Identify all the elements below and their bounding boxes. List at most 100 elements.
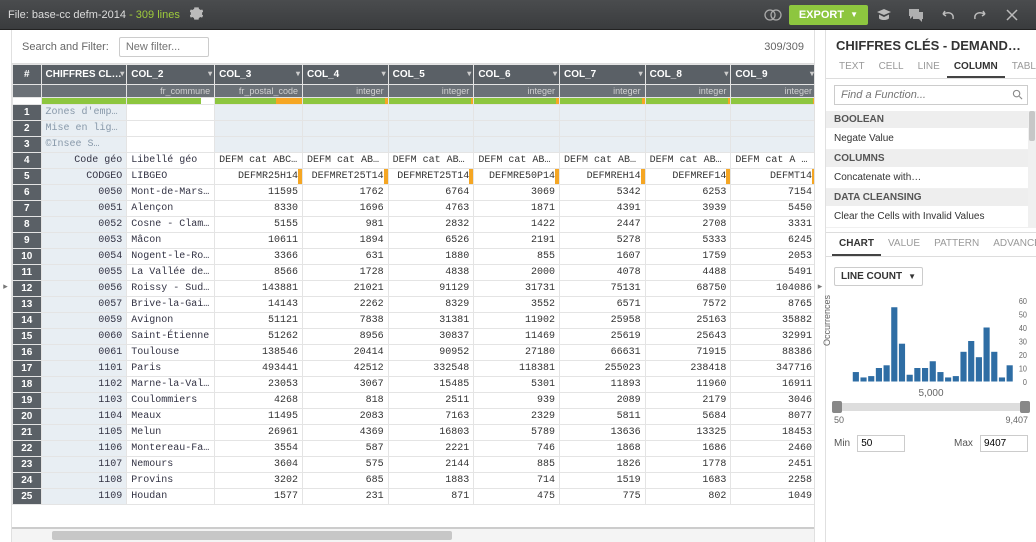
cell[interactable] (474, 137, 560, 153)
table-row[interactable]: 221106Montereau-Faul…3554587222174618681… (13, 441, 815, 457)
cell[interactable] (645, 137, 731, 153)
cell[interactable]: 2179 (645, 393, 731, 409)
cell[interactable]: Meaux (127, 409, 215, 425)
cell[interactable]: 2329 (474, 409, 560, 425)
cell[interactable]: 31381 (388, 313, 474, 329)
column-header[interactable]: COL_6▾ (474, 65, 560, 85)
table-row[interactable]: 130057Brive-la-Gaill…1414322628329355265… (13, 297, 815, 313)
table-row[interactable]: 241108Provins32026851883714151916832258 (13, 473, 815, 489)
graduate-icon[interactable] (870, 3, 898, 27)
cell[interactable]: 1422 (474, 217, 560, 233)
column-header[interactable]: COL_5▾ (388, 65, 474, 85)
column-header[interactable]: CHIFFRES CLÉ…▾ (41, 65, 127, 85)
cell[interactable]: 4763 (388, 201, 474, 217)
cell[interactable]: 3046 (731, 393, 814, 409)
cell[interactable]: 1049 (731, 489, 814, 505)
cell[interactable]: 3366 (215, 249, 303, 265)
cell[interactable]: 23053 (215, 377, 303, 393)
cell[interactable]: 7838 (302, 313, 388, 329)
cell[interactable] (127, 105, 215, 121)
cell[interactable]: Mise en ligne … (41, 121, 127, 137)
cell[interactable]: 0057 (41, 297, 127, 313)
cell[interactable]: DEFM cat ABC h… (559, 153, 645, 169)
column-menu-icon[interactable]: ▾ (208, 69, 212, 78)
cell[interactable]: Zones d'emploi… (41, 105, 127, 121)
column-menu-icon[interactable]: ▾ (382, 69, 386, 78)
cell[interactable]: CODGEO (41, 169, 127, 185)
table-row[interactable]: 4Code géoLibellé géoDEFM cat ABC …DEFM c… (13, 153, 815, 169)
redo-icon[interactable] (966, 3, 994, 27)
cell[interactable]: 7572 (645, 297, 731, 313)
cell[interactable]: 11495 (215, 409, 303, 425)
cell[interactable]: 746 (474, 441, 560, 457)
cell[interactable]: 25619 (559, 329, 645, 345)
venn-icon[interactable] (759, 3, 787, 27)
cell[interactable]: 231 (302, 489, 388, 505)
cell[interactable]: 8330 (215, 201, 303, 217)
tab-value[interactable]: VALUE (881, 233, 927, 256)
cell[interactable]: 1894 (302, 233, 388, 249)
cell[interactable]: 6571 (559, 297, 645, 313)
cell[interactable]: 1683 (645, 473, 731, 489)
cell[interactable]: Nogent-le-Rotrou (127, 249, 215, 265)
cell[interactable]: 2511 (388, 393, 474, 409)
cell[interactable]: 2089 (559, 393, 645, 409)
table-row[interactable]: 90053Mâcon10611189465262191527853336245 (13, 233, 815, 249)
cell[interactable]: 5684 (645, 409, 731, 425)
cell[interactable]: DEFM cat ABC f… (645, 153, 731, 169)
cell[interactable]: 1104 (41, 409, 127, 425)
cell[interactable]: 7163 (388, 409, 474, 425)
cell[interactable] (302, 121, 388, 137)
cell[interactable]: 8566 (215, 265, 303, 281)
cell[interactable]: 3202 (215, 473, 303, 489)
cell[interactable]: 13325 (645, 425, 731, 441)
cell[interactable]: Mont-de-Marsan (127, 185, 215, 201)
cell[interactable]: 871 (388, 489, 474, 505)
tab-pattern[interactable]: PATTERN (927, 233, 986, 256)
cell[interactable]: 8765 (731, 297, 814, 313)
cell[interactable] (645, 121, 731, 137)
cell[interactable]: 3067 (302, 377, 388, 393)
tab-chart[interactable]: CHART (832, 233, 881, 256)
cell[interactable]: 2053 (731, 249, 814, 265)
cell[interactable]: 939 (474, 393, 560, 409)
table-row[interactable]: 3©Insee S… (13, 137, 815, 153)
function-search-input[interactable] (834, 85, 1028, 105)
tab-text[interactable]: TEXT (832, 57, 872, 78)
column-menu-icon[interactable]: ▾ (639, 69, 643, 78)
cell[interactable]: Nemours (127, 457, 215, 473)
cell[interactable]: 0054 (41, 249, 127, 265)
cell[interactable]: 1686 (645, 441, 731, 457)
column-menu-icon[interactable]: ▾ (296, 69, 300, 78)
cell[interactable] (215, 137, 303, 153)
table-row[interactable]: 251109Houdan15772318714757758021049 (13, 489, 815, 505)
column-menu-icon[interactable]: ▾ (553, 69, 557, 78)
chat-icon[interactable] (902, 3, 930, 27)
table-row[interactable]: 2Mise en ligne … (13, 121, 815, 137)
grid-wrap[interactable]: #CHIFFRES CLÉ…▾COL_2▾COL_3▾COL_4▾COL_5▾C… (12, 64, 814, 528)
tab-advanced[interactable]: ADVANCED (986, 233, 1036, 256)
cell[interactable]: Code géo (41, 153, 127, 169)
cell[interactable]: 118381 (474, 361, 560, 377)
cell[interactable] (731, 105, 814, 121)
cell[interactable]: 0061 (41, 345, 127, 361)
cell[interactable]: 2144 (388, 457, 474, 473)
cell[interactable]: 5491 (731, 265, 814, 281)
table-row[interactable]: 80052Cosne - Clamecy51559812832142224472… (13, 217, 815, 233)
cell[interactable]: 1759 (645, 249, 731, 265)
cell[interactable]: 575 (302, 457, 388, 473)
cell[interactable]: Paris (127, 361, 215, 377)
cell[interactable]: 8329 (388, 297, 474, 313)
cell[interactable] (731, 121, 814, 137)
cell[interactable] (474, 121, 560, 137)
table-row[interactable]: 110055La Vallée de l…8566172848382000407… (13, 265, 815, 281)
cell[interactable]: 42512 (302, 361, 388, 377)
cell[interactable]: 5450 (731, 201, 814, 217)
cell[interactable]: 2447 (559, 217, 645, 233)
cell[interactable]: 1883 (388, 473, 474, 489)
cell[interactable]: 2832 (388, 217, 474, 233)
range-slider[interactable] (834, 403, 1028, 411)
gear-icon[interactable] (190, 7, 203, 23)
cell[interactable]: 347716 (731, 361, 814, 377)
cell[interactable]: 7154 (731, 185, 814, 201)
